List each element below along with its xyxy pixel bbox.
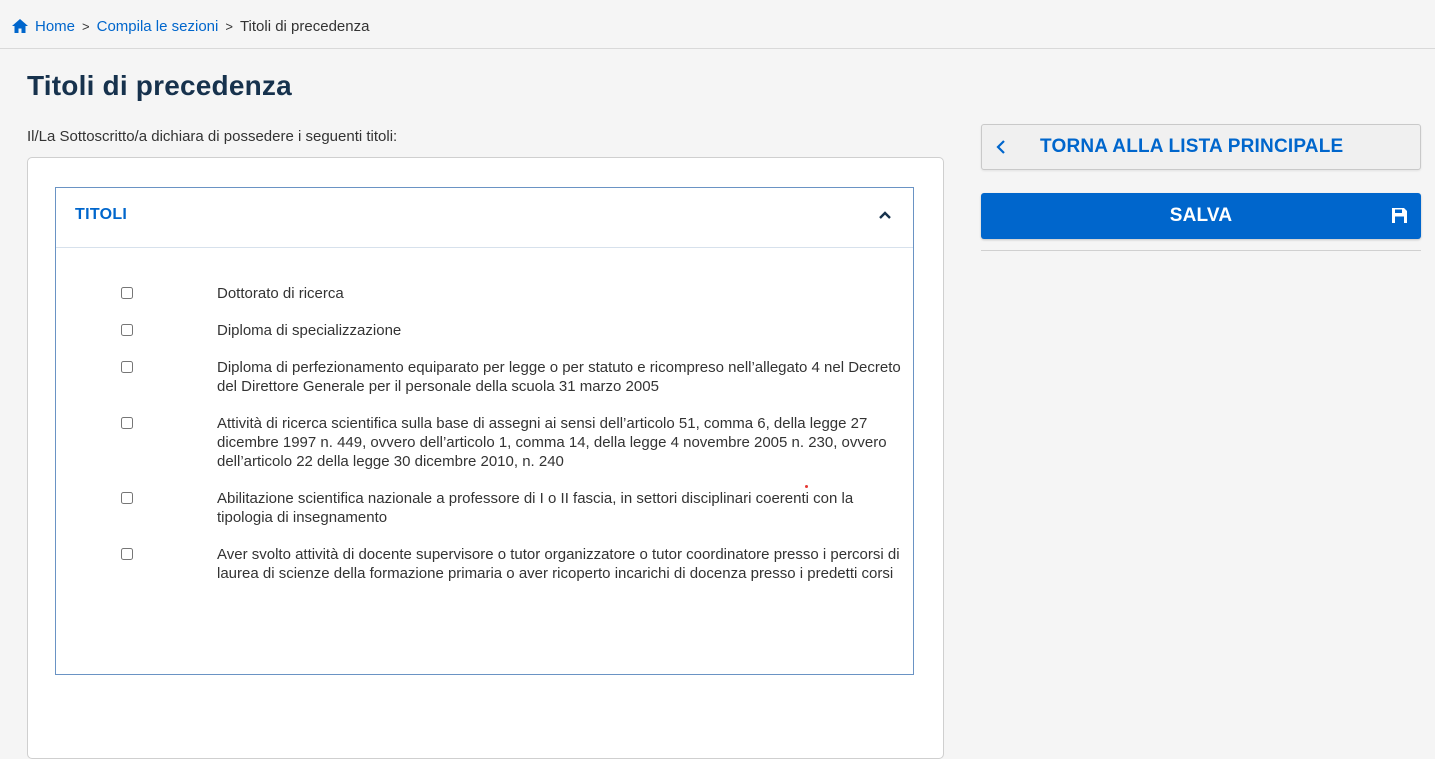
titolo-label: Attività di ricerca scientifica sulla ba…	[217, 415, 887, 470]
titolo-checkbox-ricerca[interactable]	[121, 417, 133, 429]
chevron-left-icon	[996, 140, 1005, 154]
titolo-checkbox-tutor[interactable]	[121, 548, 133, 560]
titolo-label: Abilitazione scientifica nazionale a pro…	[217, 490, 854, 526]
floppy-disk-icon	[1392, 208, 1407, 223]
breadcrumb-sections-link[interactable]: Compila le sezioni	[97, 18, 219, 35]
titolo-label: Aver svolto attività di docente supervis…	[217, 546, 900, 582]
accordion-header[interactable]: TITOLI	[56, 188, 913, 248]
list-item: Attività di ricerca scientifica sulla ba…	[56, 414, 913, 471]
breadcrumb-home-link[interactable]: Home	[35, 18, 75, 35]
breadcrumb-separator: >	[82, 18, 90, 34]
accordion-title: TITOLI	[75, 206, 128, 223]
titolo-label: Diploma di perfezionamento equiparato pe…	[217, 359, 901, 395]
home-icon[interactable]	[12, 19, 28, 33]
titolo-checkbox-specializzazione[interactable]	[121, 324, 133, 336]
titolo-checkbox-perfezionamento[interactable]	[121, 361, 133, 373]
intro-text: Il/La Sottoscritto/a dichiara di possede…	[27, 128, 398, 145]
back-to-list-button[interactable]: TORNA ALLA LISTA PRINCIPALE	[981, 124, 1421, 170]
cursor-dot	[805, 485, 808, 488]
titoli-accordion: TITOLI Dottorato di ricerca Diploma di s…	[55, 187, 914, 675]
titoli-list: Dottorato di ricerca Diploma di speciali…	[56, 284, 913, 601]
titolo-label: Dottorato di ricerca	[217, 285, 344, 302]
save-button-label: SALVA	[1169, 205, 1233, 226]
titolo-checkbox-abilitazione[interactable]	[121, 492, 133, 504]
chevron-up-icon[interactable]	[879, 210, 891, 220]
header-divider	[0, 48, 1435, 49]
page-title: Titoli di precedenza	[27, 70, 292, 101]
save-button[interactable]: SALVA	[981, 193, 1421, 239]
list-item: Aver svolto attività di docente supervis…	[56, 545, 913, 583]
side-divider	[981, 250, 1421, 251]
list-item: Diploma di perfezionamento equiparato pe…	[56, 358, 913, 396]
list-item: Diploma di specializzazione	[56, 321, 913, 340]
list-item: Dottorato di ricerca	[56, 284, 913, 303]
breadcrumb: Home > Compila le sezioni > Titoli di pr…	[12, 12, 369, 40]
back-button-label: TORNA ALLA LISTA PRINCIPALE	[1040, 136, 1344, 157]
titolo-checkbox-dottorato[interactable]	[121, 287, 133, 299]
list-item: Abilitazione scientifica nazionale a pro…	[56, 489, 913, 527]
breadcrumb-current: Titoli di precedenza	[239, 17, 370, 35]
form-card: TITOLI Dottorato di ricerca Diploma di s…	[27, 157, 944, 759]
breadcrumb-separator: >	[225, 18, 233, 34]
titolo-label: Diploma di specializzazione	[217, 322, 402, 339]
